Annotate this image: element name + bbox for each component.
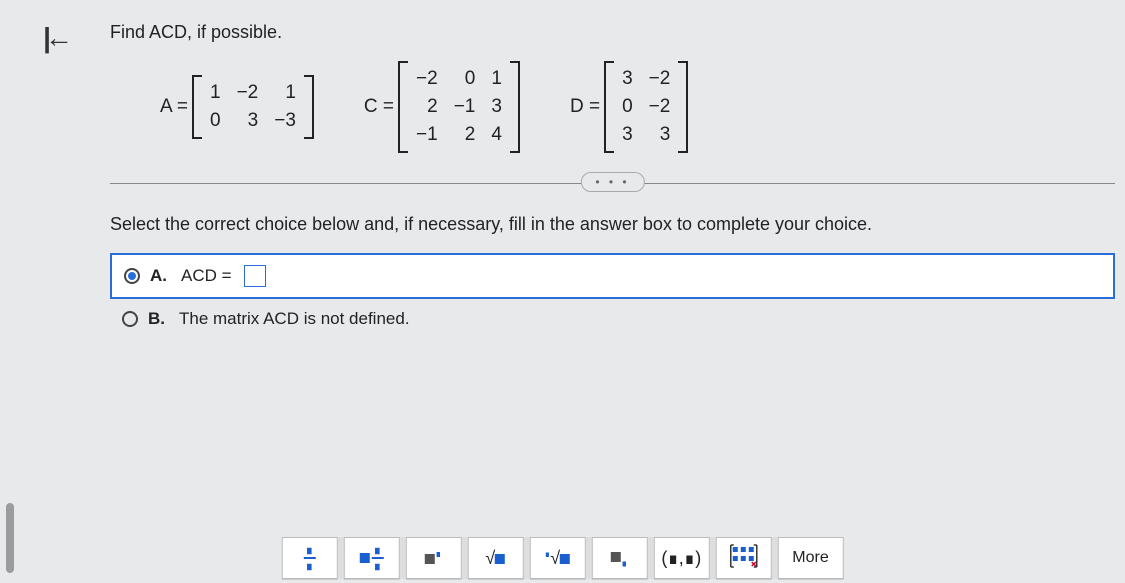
scrollbar-thumb[interactable] bbox=[6, 503, 14, 573]
interval-button[interactable]: (∎,∎) bbox=[653, 537, 709, 579]
answer-input-box[interactable] bbox=[244, 265, 266, 287]
radio-icon[interactable] bbox=[124, 268, 140, 284]
back-arrow-icon[interactable]: |← bbox=[43, 22, 67, 53]
expand-dots-button[interactable]: • • • bbox=[580, 172, 644, 192]
matrix-C: C = −201 2−13 −124 bbox=[364, 61, 520, 153]
choice-A[interactable]: A. ACD = bbox=[110, 253, 1115, 299]
mixed-number-icon: ∎∎ bbox=[359, 544, 383, 572]
choice-B-text: The matrix ACD is not defined. bbox=[179, 309, 410, 329]
question-text: Find ACD, if possible. bbox=[110, 22, 1115, 43]
matrix-C-label: C = bbox=[364, 96, 394, 118]
matrix-button[interactable] bbox=[715, 537, 771, 579]
sqrt-icon: √ bbox=[485, 548, 505, 569]
math-toolbar: ∎∎ ∎∎ ∎ √ ∎√ ∎ (∎,∎) More bbox=[281, 537, 843, 579]
nth-root-button[interactable]: ∎√ bbox=[529, 537, 585, 579]
matrix-D-label: D = bbox=[570, 96, 600, 118]
matrix-tool-icon bbox=[729, 544, 757, 573]
sqrt-button[interactable]: √ bbox=[467, 537, 523, 579]
mixed-number-button[interactable]: ∎∎ bbox=[343, 537, 399, 579]
matrix-A: A = 1−21 03−3 bbox=[160, 75, 314, 139]
radio-icon[interactable] bbox=[122, 311, 138, 327]
subscript-icon: ∎ bbox=[611, 546, 627, 570]
exponent-button[interactable]: ∎ bbox=[405, 537, 461, 579]
matrix-D: D = 3−2 0−2 33 bbox=[570, 61, 688, 153]
matrix-row: A = 1−21 03−3 C = −201 2−13 −124 D = bbox=[160, 61, 1115, 153]
answer-choices: A. ACD = B. The matrix ACD is not define… bbox=[110, 253, 1115, 339]
choice-B[interactable]: B. The matrix ACD is not defined. bbox=[110, 299, 1115, 339]
more-button[interactable]: More bbox=[777, 537, 843, 579]
nth-root-icon: ∎√ bbox=[544, 548, 570, 569]
exponent-icon: ∎ bbox=[425, 548, 441, 569]
interval-icon: (∎,∎) bbox=[661, 548, 701, 569]
fraction-button[interactable]: ∎∎ bbox=[281, 537, 337, 579]
section-divider: • • • bbox=[110, 183, 1115, 184]
matrix-A-label: A = bbox=[160, 96, 188, 118]
choice-B-letter: B. bbox=[148, 309, 165, 329]
subscript-button[interactable]: ∎ bbox=[591, 537, 647, 579]
instruction-text: Select the correct choice below and, if … bbox=[110, 214, 1115, 235]
fraction-icon: ∎∎ bbox=[303, 544, 315, 572]
choice-A-letter: A. bbox=[150, 266, 167, 286]
choice-A-text: ACD = bbox=[181, 266, 232, 286]
